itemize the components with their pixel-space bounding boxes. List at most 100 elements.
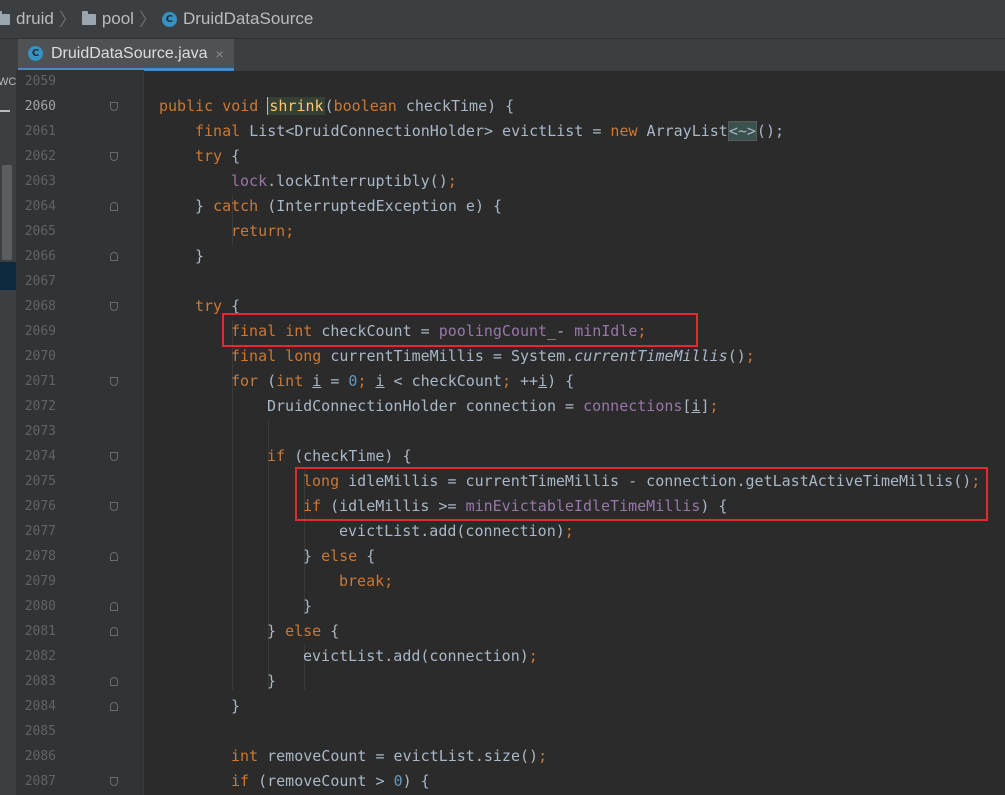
gutter-divider xyxy=(143,70,144,795)
code-token: (); xyxy=(756,122,785,140)
code-line[interactable]: } catch (InterruptedException e) { xyxy=(195,194,502,219)
code-token: int xyxy=(231,747,268,765)
code-token: catch xyxy=(213,197,268,215)
code-token: currentTimeMillis = System. xyxy=(330,347,575,365)
chevron-right-icon: 〉 xyxy=(58,10,77,30)
code-line[interactable]: } else { xyxy=(267,619,339,644)
code-line[interactable]: DruidConnectionHolder connection = conne… xyxy=(267,394,719,419)
code-line[interactable]: try { xyxy=(195,144,240,169)
code-line[interactable]: break; xyxy=(339,569,393,594)
code-token: if xyxy=(267,447,295,465)
code-token: ; xyxy=(538,747,548,765)
code-token: } xyxy=(195,247,205,265)
line-number: 2072 xyxy=(24,399,56,414)
code-token: new xyxy=(610,122,647,140)
fold-marker-icon[interactable] xyxy=(110,302,118,311)
code-line[interactable]: for (int i = 0; i < checkCount; ++i) { xyxy=(231,369,574,394)
side-tool-label[interactable]: WC xyxy=(0,76,16,88)
line-number: 2085 xyxy=(24,724,56,739)
code-token: void xyxy=(222,97,268,115)
side-scrollbar[interactable] xyxy=(2,165,12,260)
line-number: 2062 xyxy=(24,149,56,164)
line-number: 2065 xyxy=(24,224,56,239)
line-number: 2086 xyxy=(24,749,56,764)
fold-marker-icon[interactable] xyxy=(110,202,118,211)
code-token: final xyxy=(195,122,250,140)
breadcrumb-item-druid[interactable]: druid xyxy=(0,0,54,38)
code-token: try xyxy=(195,147,232,165)
code-token: = xyxy=(321,372,349,390)
code-token: () xyxy=(727,347,746,365)
code-token: } xyxy=(231,697,241,715)
line-number: 2079 xyxy=(24,574,56,589)
fold-marker-icon[interactable] xyxy=(110,677,118,686)
code-line[interactable]: } xyxy=(195,244,204,269)
line-number: 2087 xyxy=(24,774,56,789)
tab-druiddatasource-java[interactable]: C DruidDataSource.java × xyxy=(18,39,234,71)
code-line[interactable]: final List<DruidConnectionHolder> evictL… xyxy=(195,119,784,144)
code-token: else xyxy=(285,622,331,640)
code-token: checkTime) { xyxy=(405,97,515,115)
code-line[interactable]: } xyxy=(303,594,312,619)
line-number: 2083 xyxy=(24,674,56,689)
fold-marker-icon[interactable] xyxy=(110,702,118,711)
code-token: ; xyxy=(745,347,755,365)
code-token: ; xyxy=(564,522,574,540)
code-line[interactable]: if (removeCount > 0) { xyxy=(231,769,430,794)
code-token: evictList.add(connection) xyxy=(303,647,529,665)
minimize-icon[interactable] xyxy=(0,110,10,112)
code-line[interactable]: evictList.add(connection); xyxy=(303,644,538,669)
line-number: 2070 xyxy=(24,349,56,364)
fold-marker-icon[interactable] xyxy=(110,627,118,636)
fold-marker-icon[interactable] xyxy=(110,377,118,386)
fold-marker-icon[interactable] xyxy=(110,152,118,161)
code-token: i xyxy=(312,372,322,390)
line-number: 2060 xyxy=(24,99,56,114)
code-token: break; xyxy=(339,572,394,590)
breadcrumb-item-druiddatasource[interactable]: C DruidDataSource xyxy=(161,0,313,38)
breadcrumb-item-pool[interactable]: pool xyxy=(81,0,134,38)
code-line[interactable]: if (checkTime) { xyxy=(267,444,412,469)
code-token: i xyxy=(538,372,548,390)
code-line[interactable]: return; xyxy=(231,219,294,244)
code-token: } xyxy=(267,672,277,690)
code-line[interactable]: } xyxy=(231,694,240,719)
folder-icon xyxy=(0,10,10,25)
fold-marker-icon[interactable] xyxy=(110,252,118,261)
code-line[interactable]: } xyxy=(267,669,276,694)
code-token: { xyxy=(330,622,340,640)
code-line[interactable]: public void shrink(boolean checkTime) { xyxy=(159,94,514,119)
code-line[interactable]: } else { xyxy=(303,544,375,569)
code-token: ; xyxy=(709,397,719,415)
code-line[interactable]: final long currentTimeMillis = System.cu… xyxy=(231,344,755,369)
line-number: 2081 xyxy=(24,624,56,639)
code-line[interactable]: evictList.add(connection); xyxy=(339,519,574,544)
code-line[interactable]: lock.lockInterruptibly(); xyxy=(231,169,457,194)
line-number: 2067 xyxy=(24,274,56,289)
fold-marker-icon[interactable] xyxy=(110,102,118,111)
code-token: ( xyxy=(324,97,334,115)
code-token: if xyxy=(231,772,259,790)
fold-marker-icon[interactable] xyxy=(110,452,118,461)
class-icon: C xyxy=(28,46,43,61)
fold-marker-icon[interactable] xyxy=(110,552,118,561)
breadcrumb: druid 〉 pool 〉 C DruidDataSource xyxy=(0,0,1005,38)
code-token: ] xyxy=(700,397,710,415)
class-icon: C xyxy=(161,11,177,27)
folder-icon xyxy=(81,10,96,25)
code-token: .lockInterruptibly() xyxy=(267,172,448,190)
fold-marker-icon[interactable] xyxy=(110,502,118,511)
code-token: shrink xyxy=(267,97,325,115)
line-number: 2084 xyxy=(24,699,56,714)
close-icon[interactable]: × xyxy=(216,46,224,62)
fold-marker-icon[interactable] xyxy=(110,777,118,786)
chevron-right-icon: 〉 xyxy=(138,10,157,30)
code-token: else xyxy=(321,547,367,565)
code-token: 0 xyxy=(393,772,403,790)
code-token: (removeCount > xyxy=(258,772,394,790)
code-token: removeCount = evictList.size() xyxy=(267,747,539,765)
fold-marker-icon[interactable] xyxy=(110,602,118,611)
side-tool-strip: WC xyxy=(0,70,16,795)
code-line[interactable]: int removeCount = evictList.size(); xyxy=(231,744,547,769)
code-token: <~> xyxy=(727,121,757,141)
